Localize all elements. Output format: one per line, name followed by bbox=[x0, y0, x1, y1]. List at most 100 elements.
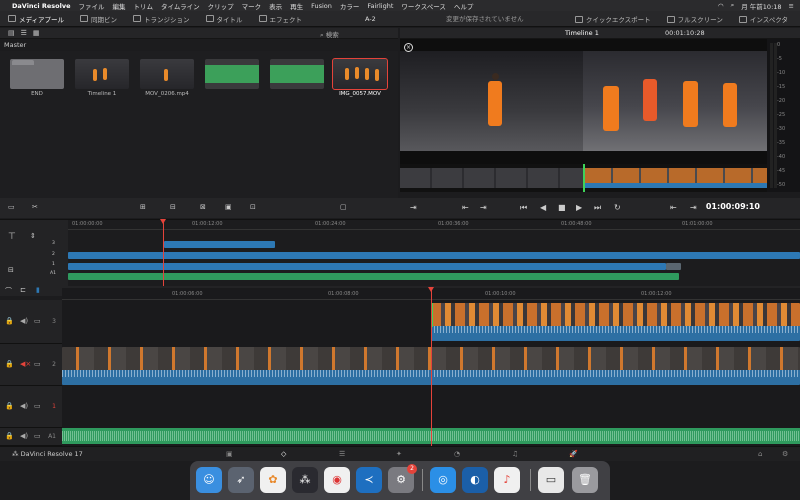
window-preview-icon[interactable]: ▭ bbox=[538, 467, 564, 493]
page-edit-icon[interactable]: ☰ bbox=[339, 450, 345, 458]
speaker-icon[interactable]: ◀) bbox=[20, 402, 28, 410]
list-view-icon[interactable]: ☰ bbox=[21, 29, 27, 37]
upper-clip-v2[interactable] bbox=[68, 252, 800, 259]
trash-icon[interactable]: 🗑 bbox=[572, 467, 598, 493]
scissors-icon[interactable]: ✂ bbox=[32, 203, 38, 211]
menu-edit[interactable]: 編集 bbox=[113, 1, 126, 11]
edge-icon[interactable]: ◐ bbox=[462, 467, 488, 493]
launchpad-icon[interactable]: ➶ bbox=[228, 467, 254, 493]
menu-fairlight[interactable]: Fairlight bbox=[367, 2, 393, 10]
page-fairlight-icon[interactable]: ♫ bbox=[512, 450, 518, 458]
wifi-icon[interactable]: ◠ bbox=[718, 2, 724, 10]
menu-timeline[interactable]: タイムライン bbox=[161, 1, 200, 11]
monitor-icon[interactable]: ▭ bbox=[34, 317, 41, 325]
finder-icon[interactable]: ☺ bbox=[196, 467, 222, 493]
monitor-icon[interactable]: ▭ bbox=[34, 432, 41, 440]
play-icon[interactable]: ▶ bbox=[576, 203, 582, 212]
close-icon[interactable]: × bbox=[404, 43, 413, 52]
skip-end-icon[interactable]: ⏭ bbox=[594, 203, 601, 213]
menu-view[interactable]: 表示 bbox=[269, 1, 282, 11]
menu-workspace[interactable]: ワークスペース bbox=[401, 1, 446, 11]
flag-icon[interactable]: ▮ bbox=[36, 286, 40, 294]
monitor-icon[interactable]: ▭ bbox=[34, 402, 41, 410]
viewer[interactable]: × bbox=[400, 39, 767, 164]
prev-edit-icon[interactable]: ⇤ bbox=[670, 203, 677, 212]
source-overwrite-icon[interactable]: ▢ bbox=[340, 203, 347, 211]
bin-name[interactable]: Master bbox=[0, 39, 398, 51]
tab-effects[interactable]: エフェクト bbox=[251, 11, 311, 27]
upper-timeline[interactable]: ⊤ ⇕ ⊟ 3 2 1 A1 01:00:00:00 01:00:12:00 0… bbox=[0, 219, 800, 287]
previous-clip-icon[interactable]: ⇤ bbox=[462, 203, 469, 212]
settings-icon[interactable]: ⚙ bbox=[782, 450, 788, 458]
home-icon[interactable]: ⌂ bbox=[758, 450, 762, 458]
photos-icon[interactable]: ✿ bbox=[260, 467, 286, 493]
tab-transitions[interactable]: トランジション bbox=[125, 11, 198, 27]
inspector-button[interactable]: インスペクタ bbox=[731, 11, 796, 27]
lock-icon[interactable]: 🔒 bbox=[5, 432, 14, 440]
media-clip-img-0057[interactable]: IMG_0057.MOV bbox=[332, 58, 388, 97]
clip-v3[interactable] bbox=[431, 303, 800, 341]
menu-mark[interactable]: マーク bbox=[242, 1, 262, 11]
menu-playback[interactable]: 再生 bbox=[290, 1, 303, 11]
tab-titles[interactable]: タイトル bbox=[198, 11, 251, 27]
media-clip-green-1[interactable] bbox=[205, 59, 259, 91]
music-icon[interactable]: ♪ bbox=[494, 467, 520, 493]
clock[interactable]: 月 午前10:18 bbox=[741, 1, 781, 11]
track-height-icon[interactable]: ⇕ bbox=[30, 232, 36, 240]
control-center-icon[interactable]: ≡ bbox=[789, 2, 794, 10]
close-up-icon[interactable]: ▣ bbox=[225, 203, 232, 211]
filmstrip-playhead[interactable] bbox=[583, 164, 585, 192]
grid-view-icon[interactable]: ▦ bbox=[33, 29, 40, 37]
page-cut-icon[interactable]: ◇ bbox=[281, 450, 286, 458]
next-clip-icon[interactable]: ⇥ bbox=[480, 203, 487, 212]
timeline-selector[interactable]: Timeline 1 bbox=[565, 29, 599, 37]
davinci-resolve-icon[interactable]: ⁂ bbox=[292, 467, 318, 493]
bin-list-icon[interactable]: ▤ bbox=[8, 29, 15, 37]
smart-insert-icon[interactable]: ⊞ bbox=[140, 203, 146, 211]
page-fusion-icon[interactable]: ✦ bbox=[396, 450, 402, 458]
media-clip-mov-0206[interactable]: MOV_0206.mp4 bbox=[140, 59, 194, 97]
monitor-icon[interactable]: ▭ bbox=[34, 360, 41, 368]
menu-clip[interactable]: クリップ bbox=[208, 1, 234, 11]
page-media-icon[interactable]: ▣ bbox=[226, 450, 233, 458]
search-icon[interactable]: ⌕ bbox=[731, 1, 735, 10]
speaker-icon[interactable]: ◀) bbox=[20, 317, 28, 325]
lock-icon[interactable]: 🔒 bbox=[5, 402, 14, 410]
timeline-playhead[interactable] bbox=[428, 287, 434, 446]
speaker-muted-icon[interactable]: ◀× bbox=[20, 360, 31, 368]
append-icon[interactable]: ⊟ bbox=[170, 203, 176, 211]
speaker-icon[interactable]: ◀) bbox=[20, 432, 28, 440]
lock-icon[interactable]: 🔒 bbox=[5, 360, 14, 368]
source-tape-icon[interactable]: ▭ bbox=[8, 203, 15, 211]
lock-icon[interactable]: 🔒 bbox=[5, 317, 14, 325]
menu-trim[interactable]: トリム bbox=[134, 1, 154, 11]
safari-icon[interactable]: ◎ bbox=[430, 467, 456, 493]
upper-playhead[interactable] bbox=[160, 219, 166, 286]
next-edit-icon[interactable]: ⇥ bbox=[690, 203, 697, 212]
upper-clip-v3[interactable] bbox=[164, 241, 275, 248]
app-menu[interactable]: DaVinci Resolve bbox=[12, 2, 71, 10]
page-deliver-icon[interactable]: 🚀 bbox=[569, 450, 578, 458]
upper-ruler[interactable]: 01:00:00:00 01:00:12:00 01:00:24:00 01:0… bbox=[68, 220, 800, 230]
timeline-options-icon[interactable]: ⊤ bbox=[8, 232, 16, 242]
viewer-filmstrip[interactable] bbox=[400, 164, 767, 192]
place-on-top-icon[interactable]: ⊡ bbox=[250, 203, 256, 211]
upper-clip-v1[interactable] bbox=[68, 263, 666, 270]
media-clip-timeline-1[interactable]: Timeline 1 bbox=[75, 59, 129, 97]
menu-color[interactable]: カラー bbox=[340, 1, 360, 11]
menu-fusion[interactable]: Fusion bbox=[311, 2, 332, 10]
stop-icon[interactable]: ■ bbox=[558, 203, 566, 212]
media-clip-green-2[interactable] bbox=[270, 59, 324, 91]
page-color-icon[interactable]: ◔ bbox=[454, 450, 460, 458]
menu-file[interactable]: ファイル bbox=[79, 1, 105, 11]
menu-help[interactable]: ヘルプ bbox=[454, 1, 474, 11]
tab-media-pool[interactable]: メディアプール bbox=[0, 11, 72, 27]
chrome-icon[interactable]: ◉ bbox=[324, 467, 350, 493]
tab-sync-bin[interactable]: 同期ビン bbox=[72, 11, 125, 27]
upper-clip-a1[interactable] bbox=[68, 273, 679, 280]
loop-icon[interactable]: ↻ bbox=[614, 203, 621, 212]
system-preferences-icon[interactable]: ⚙ 2 bbox=[388, 464, 417, 493]
media-clip-end[interactable]: END bbox=[10, 59, 64, 97]
ripple-overwrite-icon[interactable]: ⊠ bbox=[200, 203, 206, 211]
link-icon[interactable]: ⌒ bbox=[5, 286, 12, 296]
